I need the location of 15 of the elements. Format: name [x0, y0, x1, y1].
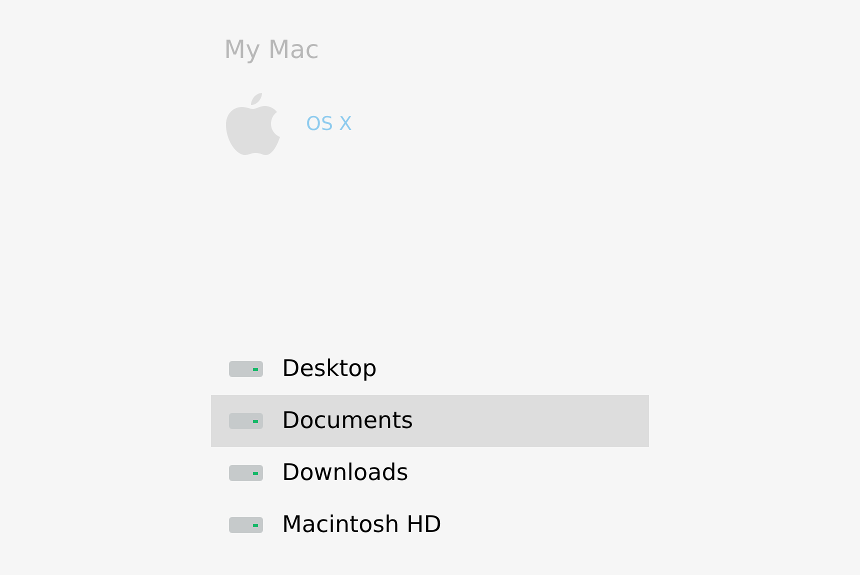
- location-label: Downloads: [282, 458, 408, 488]
- location-label: Desktop: [282, 354, 377, 384]
- location-item[interactable]: Desktop: [211, 343, 649, 395]
- location-item[interactable]: Documents: [211, 395, 649, 447]
- location-item[interactable]: Macintosh HD: [211, 499, 649, 551]
- drive-icon: [229, 361, 263, 377]
- drive-icon: [229, 413, 263, 429]
- location-label: Documents: [282, 406, 414, 436]
- drive-icon: [229, 517, 263, 533]
- os-label: OS X: [306, 112, 352, 137]
- drive-icon: [229, 465, 263, 481]
- location-label: Macintosh HD: [282, 510, 442, 540]
- location-item[interactable]: Downloads: [211, 447, 649, 499]
- section-title: My Mac: [224, 34, 319, 66]
- apple-icon: [226, 92, 280, 156]
